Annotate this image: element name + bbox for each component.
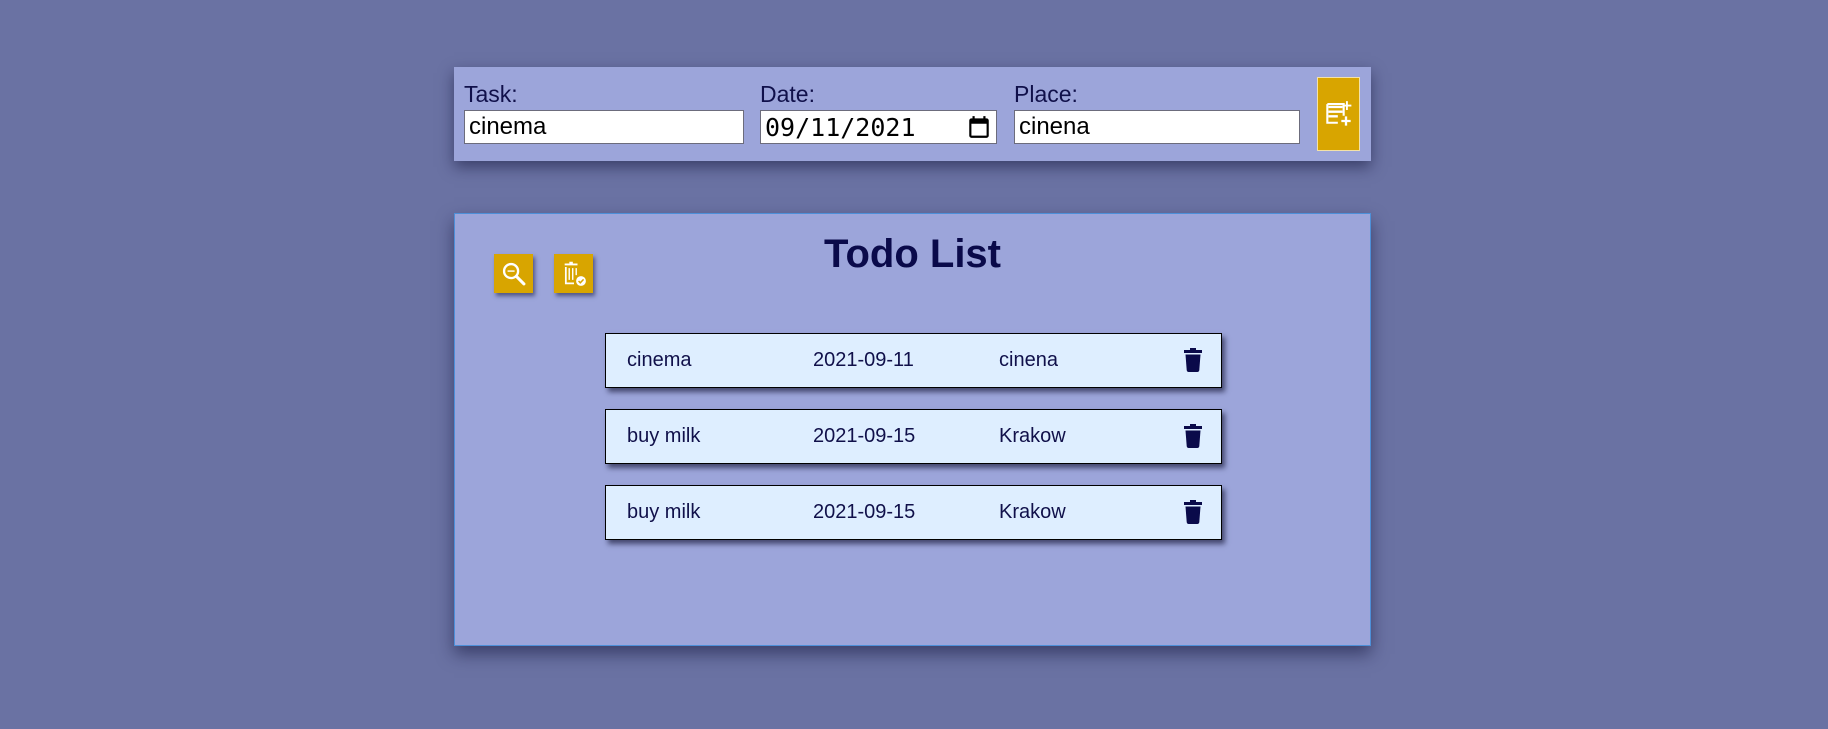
search-icon bbox=[502, 262, 525, 285]
trash-icon[interactable] bbox=[1183, 424, 1203, 448]
task-label: Task: bbox=[464, 81, 518, 107]
add-task-button[interactable] bbox=[1317, 77, 1360, 151]
todo-place: Krakow bbox=[999, 425, 1066, 447]
todo-date: 2021-09-11 bbox=[813, 349, 914, 371]
date-value: 09/11/2021 bbox=[765, 112, 916, 142]
todo-date: 2021-09-15 bbox=[813, 425, 916, 447]
todo-list-panel: Todo List cinema 2021-09-11 cinena buy m… bbox=[454, 213, 1371, 646]
todo-date: 2021-09-15 bbox=[813, 501, 916, 523]
clear-done-button[interactable] bbox=[554, 254, 593, 293]
new-task-form: Task: Date: 09/11/2021 Place: bbox=[454, 67, 1371, 161]
todo-task: buy milk bbox=[627, 425, 701, 447]
trash-icon[interactable] bbox=[1183, 500, 1203, 524]
todo-row: buy milk 2021-09-15 Krakow bbox=[605, 409, 1222, 464]
calendar-icon[interactable] bbox=[966, 114, 992, 140]
todo-row: buy milk 2021-09-15 Krakow bbox=[605, 485, 1222, 540]
place-label: Place: bbox=[1014, 81, 1078, 107]
date-label: Date: bbox=[760, 81, 815, 107]
delete-sweep-check-icon bbox=[564, 261, 586, 286]
todo-task: cinema bbox=[627, 349, 692, 371]
place-input[interactable] bbox=[1014, 110, 1300, 144]
task-input[interactable] bbox=[464, 110, 744, 144]
todo-place: cinena bbox=[999, 349, 1058, 371]
todo-place: Krakow bbox=[999, 501, 1066, 523]
note-add-icon bbox=[1325, 101, 1351, 126]
search-button[interactable] bbox=[494, 254, 533, 293]
todo-row: cinema 2021-09-11 cinena bbox=[605, 333, 1222, 388]
trash-icon[interactable] bbox=[1183, 348, 1203, 372]
todo-task: buy milk bbox=[627, 501, 701, 523]
date-input[interactable]: 09/11/2021 bbox=[760, 110, 997, 144]
